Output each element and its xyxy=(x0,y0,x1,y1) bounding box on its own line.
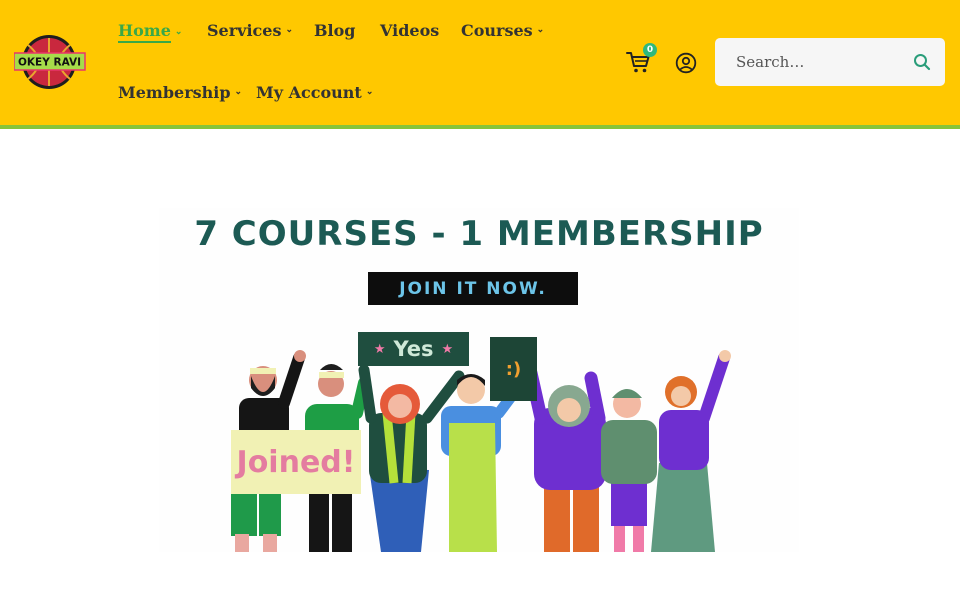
nav-blog-label: Blog xyxy=(314,21,356,40)
star-icon: ★ xyxy=(441,341,454,357)
yes-sign: ★ Yes ★ xyxy=(358,332,469,366)
nav-membership[interactable]: Membership ⌄ xyxy=(118,83,242,102)
nav-home-label: Home xyxy=(118,21,171,43)
people-illustration xyxy=(231,350,731,552)
nav-home[interactable]: Home ⌄ xyxy=(118,21,182,43)
nav-blog[interactable]: Blog xyxy=(314,21,355,40)
nav-videos-label: Videos xyxy=(380,21,440,40)
smile-sign: :) xyxy=(490,337,537,401)
person-figure xyxy=(651,350,731,552)
nav-services[interactable]: Services ⌄ xyxy=(207,21,293,40)
logo-text: OKEY RAVI xyxy=(18,57,81,69)
nav-courses-label: Courses xyxy=(461,21,533,40)
chevron-down-icon: ⌄ xyxy=(365,87,374,97)
yes-sign-text: Yes xyxy=(393,337,434,361)
search-input[interactable] xyxy=(715,38,895,86)
user-circle-icon[interactable] xyxy=(675,52,697,74)
nav-videos[interactable]: Videos xyxy=(380,21,439,40)
chevron-down-icon: ⌄ xyxy=(174,26,183,37)
search-icon[interactable] xyxy=(913,53,931,71)
chevron-down-icon: ⌄ xyxy=(234,87,243,97)
search-box xyxy=(715,38,945,86)
chevron-down-icon: ⌄ xyxy=(285,25,294,35)
star-icon: ★ xyxy=(373,341,386,357)
site-header: OKEY RAVI Home ⌄ Services ⌄ Blog Videos … xyxy=(0,0,960,125)
nav-membership-label: Membership xyxy=(118,83,231,102)
nav-my-account[interactable]: My Account ⌄ xyxy=(256,83,373,102)
membership-banner[interactable]: 7 COURSES - 1 MEMBERSHIP JOIN IT NOW. ★ … xyxy=(159,208,799,552)
nav-courses[interactable]: Courses ⌄ xyxy=(461,21,544,40)
person-figure xyxy=(358,364,465,552)
header-divider xyxy=(0,125,960,129)
person-figure xyxy=(524,366,606,552)
chevron-down-icon: ⌄ xyxy=(536,25,545,35)
site-logo[interactable]: OKEY RAVI xyxy=(14,33,86,91)
nav-my-account-label: My Account xyxy=(256,83,362,102)
person-figure xyxy=(601,389,657,552)
cart-count-badge: 0 xyxy=(643,43,657,57)
joined-sign: Joined! xyxy=(231,430,361,494)
nav-services-label: Services xyxy=(207,21,282,40)
